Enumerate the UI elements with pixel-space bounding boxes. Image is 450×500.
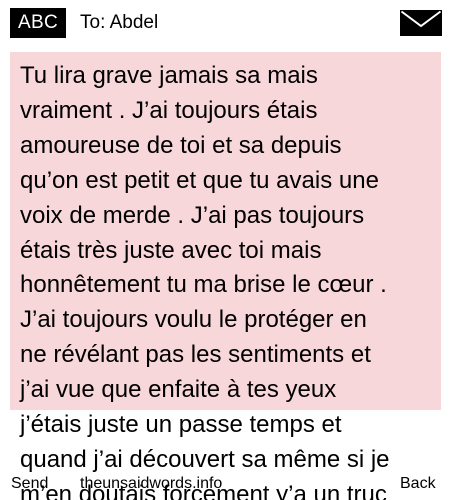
message-body[interactable]: Tu lira grave jamais sa mais vraiment . … (20, 59, 438, 500)
recipient-label: To: Abdel (80, 12, 159, 33)
input-mode-indicator: ABC (10, 8, 66, 38)
envelope-icon (400, 10, 442, 36)
back-button[interactable]: Back (400, 474, 436, 494)
site-watermark: theunsaidwords.info (80, 475, 223, 492)
message-header: ABC To: Abdel (0, 0, 450, 46)
send-button[interactable]: Send (11, 474, 48, 494)
softkey-bar: Send theunsaidwords.info Back (0, 472, 450, 500)
